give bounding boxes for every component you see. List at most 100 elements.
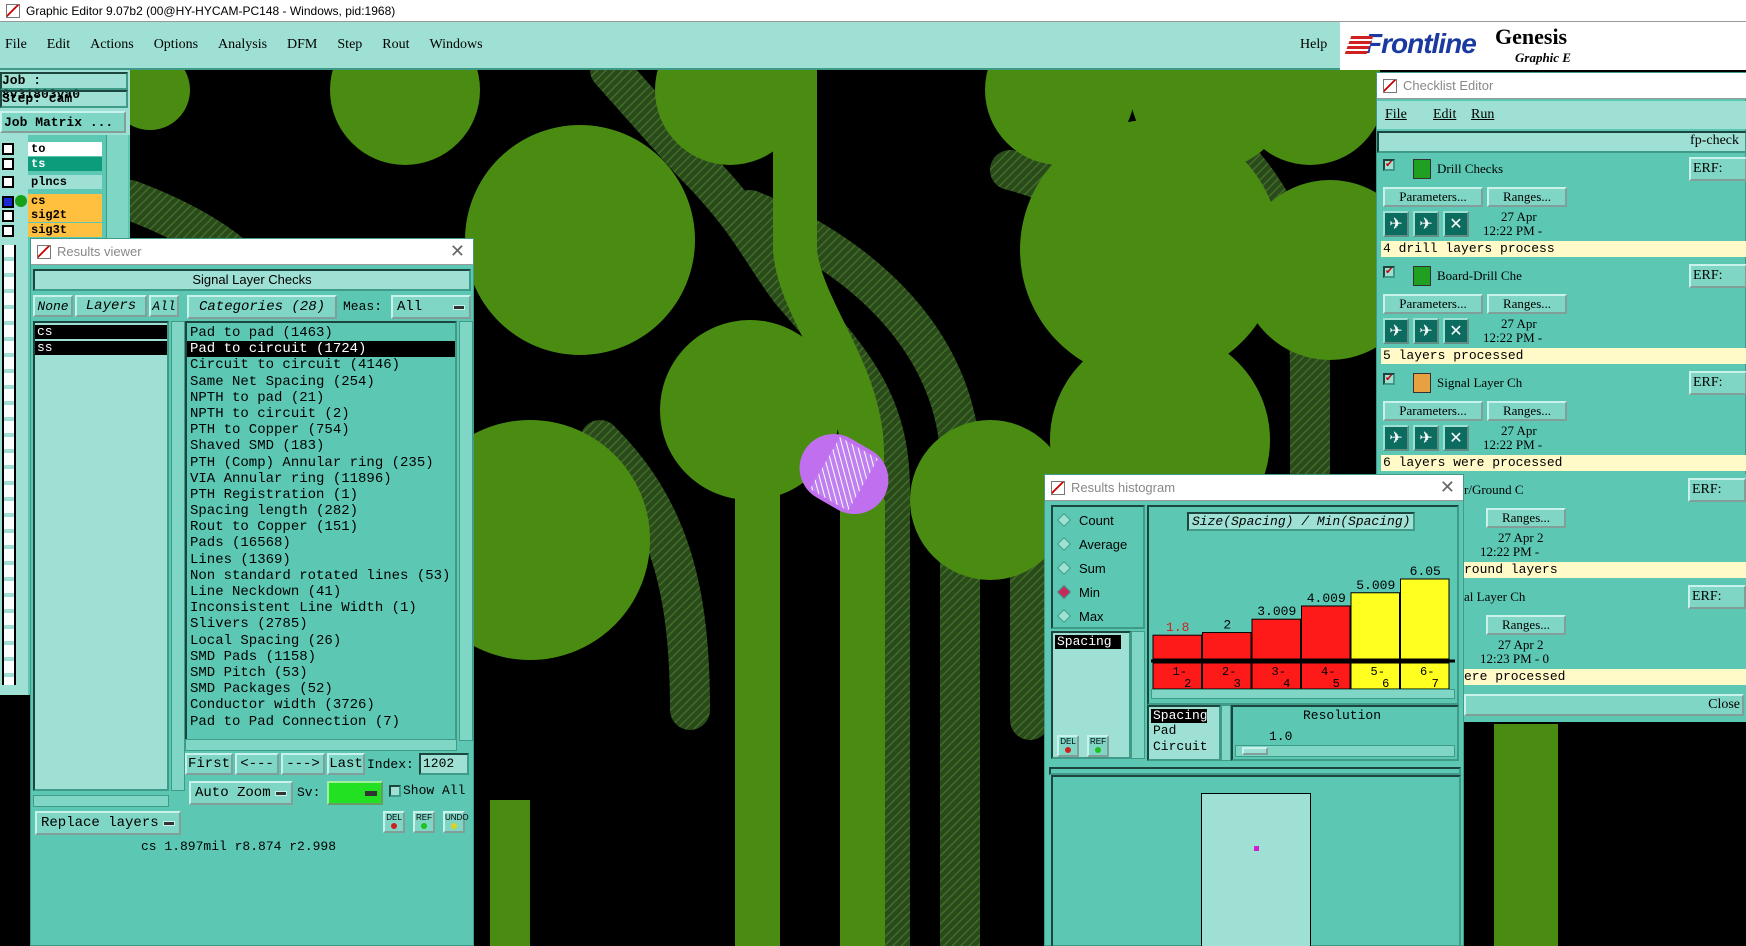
menu-help[interactable]: Help [1300, 37, 1327, 53]
hist-del-button[interactable]: DEL [1057, 735, 1079, 757]
histogram-hscroll[interactable] [1151, 689, 1455, 699]
menu-windows[interactable]: Windows [430, 37, 483, 53]
category-list[interactable]: Pad to pad (1463) Pad to circuit (1724) Ci… [185, 321, 457, 741]
prev-button[interactable]: <--- [235, 753, 279, 775]
check-parameters-button[interactable]: Parameters... [1383, 294, 1483, 314]
category-item[interactable]: Non standard rotated lines (53) [187, 568, 455, 584]
type-item[interactable]: Circuit [1149, 739, 1219, 755]
check-erf-select[interactable]: ERF: [1689, 157, 1746, 181]
check-enabled-checkbox[interactable]: ✔ [1383, 373, 1395, 385]
job-matrix-button[interactable]: Job Matrix ... [0, 111, 126, 133]
layer-plncs[interactable]: plncs [28, 175, 102, 189]
category-item[interactable]: Shaved SMD (183) [187, 438, 455, 454]
category-item[interactable]: Spacing length (282) [187, 503, 455, 519]
category-item[interactable]: Pad to Pad Connection (7) [187, 714, 455, 730]
checklist-menu-run[interactable]: Run [1471, 107, 1494, 123]
menu-dfm[interactable]: DFM [287, 37, 317, 53]
check-ranges-button[interactable]: Ranges... [1486, 508, 1566, 528]
layer-list-hscroll[interactable] [33, 795, 169, 807]
category-item[interactable]: Line Neckdown (41) [187, 584, 455, 600]
run-check-icon[interactable]: ✈ [1383, 211, 1409, 237]
undo-button[interactable]: UNDO [443, 811, 469, 833]
histogram-bar[interactable] [1350, 592, 1400, 660]
category-list-vscroll[interactable] [459, 321, 473, 741]
category-item[interactable]: SMD Pads (1158) [187, 649, 455, 665]
layer-sig2t[interactable]: sig2t [28, 208, 102, 222]
mode-radio-sum[interactable]: Sum [1056, 559, 1143, 583]
stop-check-icon[interactable]: ✕ [1443, 425, 1469, 451]
menu-actions[interactable]: Actions [90, 37, 134, 53]
last-button[interactable]: Last [327, 753, 365, 775]
layer-list-item[interactable]: cs [35, 325, 167, 339]
category-item[interactable]: Same Net Spacing (254) [187, 374, 455, 390]
histogram-bar[interactable] [1202, 632, 1252, 660]
all-layers-button[interactable]: All [149, 295, 179, 317]
layer-to[interactable]: to [28, 142, 102, 156]
category-item[interactable]: NPTH to pad (21) [187, 390, 455, 406]
check-erf-select[interactable]: ERF: [1688, 585, 1746, 609]
category-item[interactable]: SMD Packages (52) [187, 681, 455, 697]
check-enabled-checkbox[interactable]: ✔ [1383, 266, 1395, 278]
type-list-vscroll[interactable] [1221, 705, 1231, 761]
show-all-checkbox[interactable] [389, 785, 401, 797]
stop-check-icon[interactable]: ✕ [1443, 318, 1469, 344]
menu-file[interactable]: File [5, 37, 27, 53]
sv-color-select[interactable] [327, 781, 383, 805]
index-input[interactable]: 1202 [419, 753, 469, 775]
histogram-bar[interactable] [1152, 634, 1202, 660]
ref-button[interactable]: REF [413, 811, 435, 833]
checklist-menu-file[interactable]: File [1385, 107, 1407, 123]
mode-radio-max[interactable]: Max [1056, 607, 1143, 631]
measure-item[interactable]: Spacing [1055, 635, 1121, 649]
mode-radio-min[interactable]: Min [1056, 583, 1143, 607]
run-check-icon[interactable]: ✈ [1413, 425, 1439, 451]
category-item[interactable]: VIA Annular ring (11896) [187, 471, 455, 487]
category-item[interactable]: SMD Pitch (53) [187, 665, 455, 681]
hist-ref-button[interactable]: REF [1087, 735, 1109, 757]
check-parameters-button[interactable]: Parameters... [1383, 187, 1483, 207]
category-item[interactable]: PTH Registration (1) [187, 487, 455, 503]
check-erf-select[interactable]: ERF: [1689, 264, 1746, 288]
menu-options[interactable]: Options [154, 37, 198, 53]
layer-sig3t[interactable]: sig3t [28, 223, 102, 237]
run-check-icon[interactable]: ✈ [1413, 211, 1439, 237]
mode-radio-count[interactable]: Count [1056, 511, 1143, 535]
check-ranges-button[interactable]: Ranges... [1487, 401, 1567, 421]
type-item[interactable]: Pad [1149, 723, 1219, 739]
category-item[interactable]: Pad to circuit (1724) [187, 341, 455, 358]
run-check-icon[interactable]: ✈ [1383, 318, 1409, 344]
check-parameters-button[interactable]: Parameters... [1383, 401, 1483, 421]
stop-check-icon[interactable]: ✕ [1443, 211, 1469, 237]
check-erf-select[interactable]: ERF: [1688, 478, 1746, 502]
run-check-icon[interactable]: ✈ [1413, 318, 1439, 344]
check-enabled-checkbox[interactable]: ✔ [1383, 159, 1395, 171]
category-item[interactable]: Slivers (2785) [187, 616, 455, 632]
category-item[interactable]: Pad to pad (1463) [187, 325, 455, 341]
category-item[interactable]: Circuit to circuit (4146) [187, 357, 455, 373]
checklist-close-button[interactable]: Close [1464, 694, 1744, 716]
category-item[interactable]: PTH (Comp) Annular ring (235) [187, 455, 455, 471]
replace-layers-select[interactable]: Replace layers [35, 811, 181, 835]
menu-step[interactable]: Step [337, 37, 362, 53]
close-icon[interactable]: ✕ [450, 241, 465, 262]
categories-button[interactable]: Categories (28) [187, 295, 337, 319]
histogram-bar[interactable] [1301, 605, 1351, 660]
meas-select[interactable]: All [391, 295, 471, 319]
menu-analysis[interactable]: Analysis [218, 37, 267, 53]
auto-zoom-select[interactable]: Auto Zoom [189, 781, 293, 805]
type-item[interactable]: Spacing [1151, 709, 1208, 723]
resolution-slider[interactable] [1235, 745, 1455, 757]
layer-list-vscroll[interactable] [171, 321, 185, 791]
category-item[interactable]: Local Spacing (26) [187, 633, 455, 649]
close-icon[interactable]: ✕ [1440, 477, 1455, 498]
check-ranges-button[interactable]: Ranges... [1487, 187, 1567, 207]
check-ranges-button[interactable]: Ranges... [1487, 294, 1567, 314]
category-item[interactable]: NPTH to circuit (2) [187, 406, 455, 422]
category-item[interactable]: Inconsistent Line Width (1) [187, 600, 455, 616]
layer-list-item[interactable]: ss [35, 341, 167, 355]
layer-ts[interactable]: ts [28, 157, 102, 171]
category-item[interactable]: Conductor width (3726) [187, 697, 455, 713]
del-button[interactable]: DEL [383, 811, 405, 833]
first-button[interactable]: First [185, 753, 233, 775]
histogram-bar[interactable] [1400, 578, 1450, 660]
